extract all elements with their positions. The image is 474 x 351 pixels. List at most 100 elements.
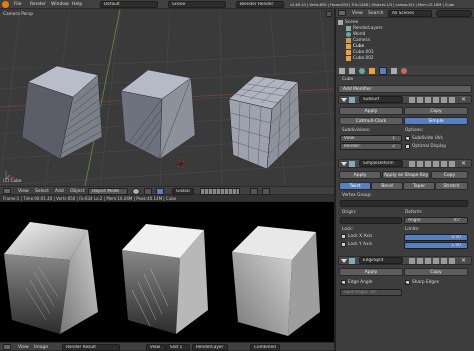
outliner-menu-view[interactable]: View <box>352 11 363 16</box>
layers-widget[interactable] <box>200 188 240 195</box>
vertex-group-field[interactable] <box>340 200 468 207</box>
tab-world-icon[interactable] <box>359 68 365 74</box>
vertex-group-label: Vertex Group: <box>342 193 372 198</box>
editor-type-3d-icon[interactable] <box>3 188 11 194</box>
manipulator-icon[interactable] <box>156 188 164 195</box>
edgesplit-apply-button[interactable]: Apply <box>339 268 403 276</box>
editor-type-outliner-icon[interactable] <box>338 10 346 16</box>
outliner-tree: Scene RenderLayers World Camera Cube Cub… <box>336 18 474 66</box>
menu-window[interactable]: Window <box>51 2 69 7</box>
subsurf-header[interactable]: Subsurf ✕ <box>338 95 472 104</box>
tab-modifier-icon[interactable] <box>379 67 387 75</box>
subsurf-apply-button[interactable]: Apply <box>339 107 403 115</box>
outliner-header: View Search All Scenes <box>336 9 474 18</box>
edge-angle-checkbox[interactable] <box>341 280 346 285</box>
tab-render-icon[interactable] <box>339 68 345 74</box>
viewport-menu-object[interactable]: Object <box>70 189 85 194</box>
simpledeform-icon <box>349 161 355 167</box>
sharp-edges-checkbox[interactable] <box>405 280 410 285</box>
subsurf-copy-button[interactable]: Copy <box>404 107 468 115</box>
render-result-canvas[interactable] <box>0 202 334 342</box>
render-preview-icon[interactable] <box>262 188 270 195</box>
simpledeform-name-field[interactable]: SimpleDeform <box>359 160 403 167</box>
add-modifier-button[interactable]: Add Modifier <box>338 85 472 93</box>
viewport-menu-view[interactable]: View <box>18 189 29 194</box>
image-menu-view[interactable]: View <box>18 345 29 350</box>
edgesplit-copy-button[interactable]: Copy <box>404 268 468 276</box>
limit-max-value: 1.00 <box>451 243 461 248</box>
menu-render[interactable]: Render <box>30 2 46 7</box>
tab-object-icon[interactable] <box>369 68 375 74</box>
layer-select[interactable]: RenderLayer <box>192 344 228 351</box>
split-angle-field[interactable]: Split Angle: 30° <box>340 289 402 296</box>
simpledeform-header[interactable]: SimpleDeform ✕ <box>338 159 472 168</box>
viewport-3d[interactable]: Camera Persp (1) Cube <box>0 9 334 186</box>
simpledeform-close-icon[interactable]: ✕ <box>461 160 466 167</box>
image-editor-header: View Image Render Result View Slot 1 Ren… <box>0 342 334 351</box>
mode-twist-toggle[interactable]: Twist <box>339 182 371 190</box>
menu-help[interactable]: Help <box>72 2 82 7</box>
outliner-menu-search[interactable]: Search <box>368 11 383 16</box>
screen-layout-select[interactable]: Default <box>100 1 158 8</box>
limit-min-field[interactable]: 0.00 <box>404 234 468 241</box>
subsurf-catmull-clark-toggle[interactable]: Catmull-Clark <box>339 117 403 125</box>
lock-y-checkbox[interactable] <box>341 242 346 247</box>
edgesplit-visibility-icons[interactable] <box>409 258 455 264</box>
tab-material-icon[interactable] <box>401 68 407 74</box>
orientation-select[interactable]: Global <box>172 188 194 195</box>
expand-icon[interactable] <box>341 259 347 263</box>
snap-icon[interactable] <box>250 188 258 195</box>
edgesplit-header[interactable]: EdgeSplit ✕ <box>338 256 472 265</box>
slot-select[interactable]: Slot 1 <box>166 344 190 351</box>
limit-min-value: 0.00 <box>451 235 461 240</box>
simpledeform-apply-shape-button[interactable]: Apply as Shape Key <box>382 171 430 179</box>
limit-max-field[interactable]: 1.00 <box>404 242 468 249</box>
editor-type-image-icon[interactable] <box>3 344 11 350</box>
expand-icon[interactable] <box>341 98 347 102</box>
image-view-select[interactable]: View <box>146 344 166 351</box>
expand-icon[interactable] <box>341 162 347 166</box>
tab-scene-icon[interactable] <box>349 68 355 74</box>
pass-select[interactable]: Combined <box>250 344 280 351</box>
viewport-toggle-icon[interactable] <box>326 11 332 17</box>
outliner-search-icon[interactable] <box>436 10 472 17</box>
scene-select[interactable]: Scene <box>168 1 226 8</box>
subsurf-visibility-icons[interactable] <box>409 97 455 103</box>
outliner-item-cube-002[interactable]: Cube.002 <box>346 56 466 62</box>
mode-select[interactable]: Object Mode <box>88 188 128 195</box>
edgesplit-name-field[interactable]: EdgeSplit <box>359 257 403 264</box>
pivot-icon[interactable] <box>144 188 152 195</box>
subsurf-render-field[interactable]: Render: 2 <box>340 143 402 150</box>
optimal-display-checkbox[interactable] <box>405 144 410 149</box>
subsurf-name-field[interactable]: Subsurf <box>359 96 403 103</box>
outliner-filter-select[interactable]: All Scenes <box>388 10 432 17</box>
mode-stretch-toggle[interactable]: Stretch <box>435 182 468 190</box>
edgesplit-close-icon[interactable]: ✕ <box>461 257 466 264</box>
simpledeform-copy-button[interactable]: Copy <box>431 171 468 179</box>
subsurf-close-icon[interactable]: ✕ <box>461 96 466 103</box>
mode-bend-toggle[interactable]: Bend <box>371 182 403 190</box>
menu-file[interactable]: File <box>14 2 22 7</box>
simpledeform-visibility-icons[interactable] <box>409 161 455 167</box>
simpledeform-apply-button[interactable]: Apply <box>339 171 381 179</box>
viewport-menu-select[interactable]: Select <box>35 189 49 194</box>
angle-field[interactable]: Angle: 45° <box>404 217 468 224</box>
top-menubar: File Render Window Help Default Scene Bl… <box>0 0 474 9</box>
lock-x-checkbox[interactable] <box>341 234 346 239</box>
origin-field[interactable] <box>340 217 402 224</box>
render-info-bar: Frame:1 | Time:00:01.40 | Verts:650 | Fa… <box>0 195 334 202</box>
render-info-text: Frame:1 | Time:00:01.40 | Verts:650 | Fa… <box>3 196 177 201</box>
status-stats: v2.69.10 | Verts:650 | Faces:634 | Tris:… <box>290 2 455 7</box>
viewport-menu-add[interactable]: Add <box>55 189 64 194</box>
render-engine-select[interactable]: Blender Render <box>236 1 284 8</box>
tab-data-icon[interactable] <box>391 68 397 74</box>
subsurf-simple-toggle[interactable]: Simple <box>404 117 468 125</box>
blender-logo-icon[interactable] <box>2 1 9 8</box>
subsurf-subdivisions-label: Subdivisions: <box>342 128 371 133</box>
shading-solid-icon[interactable] <box>132 188 140 195</box>
subsurf-view-field[interactable]: View: 1 <box>340 135 402 142</box>
image-name-field[interactable]: Render Result <box>62 344 120 351</box>
subdivide-uvs-checkbox[interactable] <box>405 136 410 141</box>
image-menu-image[interactable]: Image <box>34 345 48 350</box>
mode-taper-toggle[interactable]: Taper <box>403 182 435 190</box>
